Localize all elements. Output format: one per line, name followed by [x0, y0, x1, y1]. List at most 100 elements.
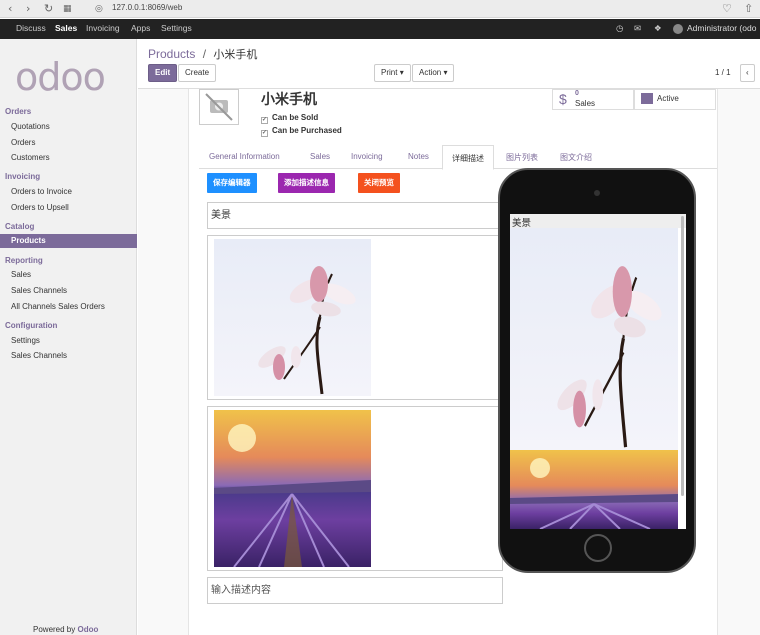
- top-navbar: Discuss Sales Invoicing Apps Settings ◷ …: [0, 19, 760, 39]
- sidebar-item-orders-to-upsell[interactable]: Orders to Upsell: [11, 203, 69, 212]
- can-be-sold-field[interactable]: ✓ Can be Sold: [261, 113, 318, 124]
- checkbox-checked-icon[interactable]: ✓: [261, 130, 268, 137]
- product-name: 小米手机: [261, 92, 317, 108]
- phone-title: 美景: [510, 214, 686, 229]
- sidebar-item-quotations[interactable]: Quotations: [11, 122, 50, 131]
- back-icon[interactable]: ‹: [8, 2, 12, 16]
- bug-icon[interactable]: ❖: [654, 23, 662, 34]
- phone-scrollbar[interactable]: [681, 216, 684, 496]
- can-be-purchased-label: Can be Purchased: [272, 126, 342, 135]
- tab-sales[interactable]: Sales: [310, 152, 330, 161]
- forward-icon[interactable]: ›: [26, 2, 30, 16]
- sidebar-section-invoicing: Invoicing: [5, 172, 41, 181]
- product-image-placeholder[interactable]: [199, 89, 239, 125]
- archive-icon: [641, 93, 653, 104]
- sales-smart-button[interactable]: $ 0 Sales: [552, 89, 634, 110]
- sidebar-item-sales-channels[interactable]: Sales Channels: [11, 286, 67, 295]
- lavender-field-image: [214, 410, 371, 567]
- browser-toolbar: ‹ › ↻ ▦ ◎ 127.0.0.1:8069/web ♡ ⇧: [0, 0, 760, 18]
- chat-icon[interactable]: ✉: [634, 23, 641, 34]
- magnolia-flower-icon: [258, 266, 356, 395]
- sidebar-item-orders-to-invoice[interactable]: Orders to Invoice: [11, 187, 72, 196]
- magnolia-flower-icon: [557, 266, 662, 448]
- nav-sales[interactable]: Sales: [55, 23, 77, 33]
- tab-detail-description[interactable]: 详细描述: [442, 145, 494, 170]
- magnolia-image: [214, 239, 371, 396]
- tab-general-information[interactable]: General Information: [209, 152, 280, 161]
- sidebar: odoo Orders Quotations Orders Customers …: [0, 39, 137, 635]
- sidebar-section-orders: Orders: [5, 107, 32, 116]
- sidebar-item-customers[interactable]: Customers: [11, 153, 50, 162]
- image-block-magnolia[interactable]: [207, 235, 503, 400]
- phone-preview: 美景: [498, 168, 696, 573]
- action-button[interactable]: Action ▾: [412, 64, 455, 82]
- can-be-purchased-field[interactable]: ✓ Can be Purchased: [261, 126, 342, 137]
- heart-icon[interactable]: ♡: [722, 2, 732, 16]
- sales-count: 0: [575, 90, 579, 97]
- breadcrumb-products[interactable]: Products: [148, 47, 195, 61]
- description-input-block[interactable]: 输入描述内容: [207, 577, 503, 604]
- pager-previous-button[interactable]: ‹: [740, 64, 755, 82]
- checkbox-checked-icon[interactable]: ✓: [261, 117, 268, 124]
- breadcrumb-current: 小米手机: [213, 49, 258, 61]
- phone-screen[interactable]: 美景: [510, 214, 686, 529]
- close-preview-button[interactable]: 关闭预览: [358, 173, 400, 193]
- dollar-icon: $: [559, 91, 567, 107]
- title-block-text: 美景: [211, 210, 231, 221]
- pager-value[interactable]: 1 / 1: [715, 68, 731, 77]
- avatar[interactable]: [673, 24, 683, 34]
- url-bar[interactable]: 127.0.0.1:8069/web: [112, 3, 182, 12]
- sidebar-section-reporting: Reporting: [5, 256, 43, 265]
- action-label: Action: [419, 68, 442, 77]
- save-editor-button[interactable]: 保存编辑器: [207, 173, 257, 193]
- sidebar-item-orders[interactable]: Orders: [11, 138, 35, 147]
- tab-notes[interactable]: Notes: [408, 152, 429, 161]
- tab-image-list[interactable]: 图片列表: [506, 152, 538, 163]
- breadcrumb: Products / 小米手机: [148, 46, 257, 62]
- phone-lavender-image: [510, 450, 678, 529]
- nav-discuss[interactable]: Discuss: [16, 23, 46, 33]
- active-label: Active: [657, 94, 679, 103]
- globe-icon: ◎: [95, 4, 103, 14]
- grid-icon[interactable]: ▦: [63, 2, 72, 16]
- sidebar-item-products[interactable]: Products: [0, 234, 137, 248]
- clock-icon[interactable]: ◷: [616, 23, 623, 34]
- edit-button[interactable]: Edit: [148, 64, 178, 82]
- home-button[interactable]: [584, 534, 612, 562]
- caret-down-icon: ▾: [399, 68, 404, 77]
- odoo-logo[interactable]: odoo: [15, 55, 106, 99]
- powered-prefix: Powered by: [33, 625, 76, 634]
- notebook-tabs: General Information Sales Invoicing Note…: [199, 145, 717, 170]
- tab-invoicing[interactable]: Invoicing: [351, 152, 383, 161]
- caret-down-icon: ▾: [443, 68, 448, 77]
- tab-image-text-intro[interactable]: 图文介绍: [560, 152, 592, 163]
- camera-icon: [205, 93, 233, 121]
- sales-label: Sales: [575, 99, 596, 108]
- camera-dot-icon: [594, 190, 600, 196]
- lavender-rows-icon: [510, 458, 678, 529]
- sidebar-section-configuration: Configuration: [5, 321, 58, 330]
- sidebar-item-all-channels[interactable]: All Channels Sales Orders: [11, 302, 105, 311]
- user-menu[interactable]: Administrator (odo: [687, 23, 756, 33]
- print-button[interactable]: Print ▾: [374, 64, 411, 82]
- sidebar-section-catalog: Catalog: [5, 222, 35, 231]
- nav-apps[interactable]: Apps: [131, 23, 150, 33]
- sidebar-item-sales[interactable]: Sales: [11, 270, 31, 279]
- title-block[interactable]: 美景: [207, 202, 503, 229]
- description-input-placeholder: 输入描述内容: [211, 585, 271, 596]
- sidebar-item-settings[interactable]: Settings: [11, 336, 40, 345]
- powered-brand[interactable]: Odoo: [77, 625, 98, 634]
- create-button[interactable]: Create: [178, 64, 217, 82]
- reload-icon[interactable]: ↻: [44, 2, 53, 16]
- can-be-sold-label: Can be Sold: [272, 113, 319, 122]
- add-description-button[interactable]: 添加描述信息: [278, 173, 335, 193]
- control-panel: Products / 小米手机 Edit Create Print ▾ Acti…: [138, 39, 760, 89]
- nav-settings[interactable]: Settings: [161, 23, 192, 33]
- lavender-rows-icon: [214, 424, 371, 567]
- sidebar-item-config-sales-channels[interactable]: Sales Channels: [11, 351, 67, 360]
- phone-magnolia-image: [510, 228, 678, 450]
- active-toggle-button[interactable]: Active: [634, 89, 716, 110]
- nav-invoicing[interactable]: Invoicing: [86, 23, 120, 33]
- share-icon[interactable]: ⇧: [744, 2, 753, 16]
- image-block-lavender[interactable]: [207, 406, 503, 571]
